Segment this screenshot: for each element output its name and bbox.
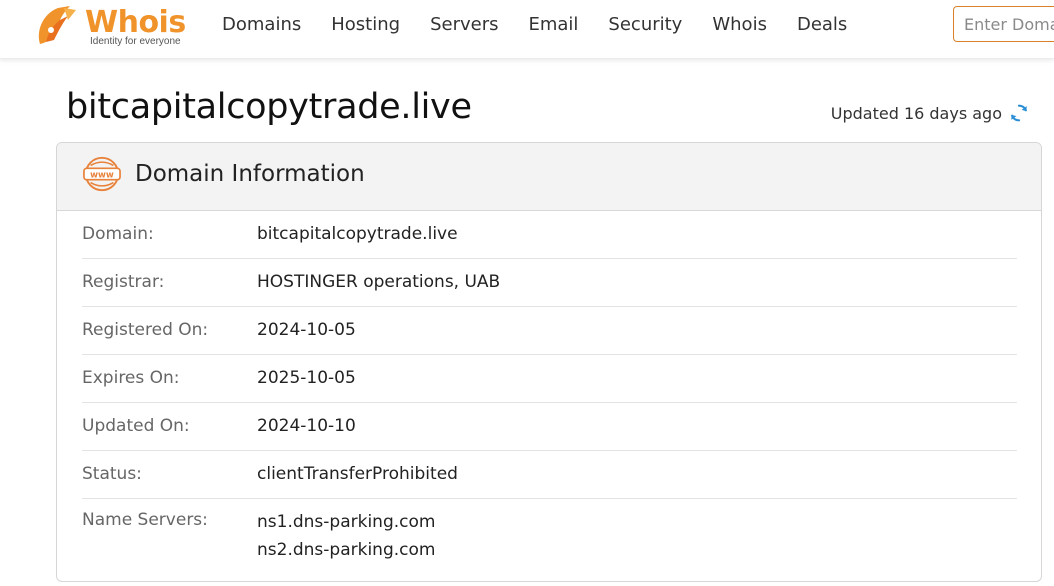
info-row-expires-on: Expires On: 2025-10-05: [82, 355, 1017, 403]
info-row-registered-on: Registered On: 2024-10-05: [82, 307, 1017, 355]
row-label: Registrar:: [82, 272, 165, 292]
info-row-updated-on: Updated On: 2024-10-10: [82, 403, 1017, 451]
row-value: HOSTINGER operations, UAB: [257, 272, 501, 292]
row-label: Registered On:: [82, 320, 209, 340]
domain-search-input[interactable]: [953, 6, 1054, 42]
main-nav: Domains Hosting Servers Email Security W…: [222, 11, 877, 39]
row-label: Updated On:: [82, 416, 190, 436]
top-navbar: Whois Identity for everyone Domains Host…: [0, 0, 1054, 59]
row-value: 2025-10-05: [257, 368, 356, 388]
refresh-icon[interactable]: [1008, 102, 1030, 124]
name-server-item: ns2.dns-parking.com: [257, 540, 436, 560]
nav-email[interactable]: Email: [528, 11, 578, 39]
whois-logo[interactable]: Whois Identity for everyone: [34, 4, 194, 48]
updated-status: Updated 16 days ago: [831, 102, 1030, 124]
info-row-registrar: Registrar: HOSTINGER operations, UAB: [82, 259, 1017, 307]
name-server-item: ns1.dns-parking.com: [257, 512, 436, 532]
row-label: Expires On:: [82, 368, 180, 388]
info-row-name-servers: Name Servers: ns1.dns-parking.com ns2.dn…: [82, 499, 1017, 579]
row-value: clientTransferProhibited: [257, 464, 458, 484]
nav-servers[interactable]: Servers: [430, 11, 498, 39]
row-value: 2024-10-05: [257, 320, 356, 340]
row-value: 2024-10-10: [257, 416, 356, 436]
row-label: Name Servers:: [82, 510, 208, 530]
nav-domains[interactable]: Domains: [222, 11, 301, 39]
row-label: Domain:: [82, 224, 154, 244]
card-title: Domain Information: [135, 161, 365, 187]
logo-tagline: Identity for everyone: [90, 36, 181, 47]
domain-info-table: Domain: bitcapitalcopytrade.live Registr…: [82, 211, 1017, 579]
nav-security[interactable]: Security: [608, 11, 682, 39]
svg-text:www: www: [90, 170, 114, 180]
updated-text: Updated 16 days ago: [830, 103, 1002, 123]
nav-hosting[interactable]: Hosting: [331, 11, 400, 39]
card-header: www Domain Information: [57, 143, 1041, 211]
nav-whois[interactable]: Whois: [712, 11, 767, 39]
domain-information-card: www Domain Information Domain: bitcapita…: [56, 142, 1042, 582]
www-icon: www: [83, 156, 121, 192]
name-server-list: ns1.dns-parking.com ns2.dns-parking.com: [257, 508, 435, 564]
row-value: bitcapitalcopytrade.live: [257, 224, 458, 244]
info-row-domain: Domain: bitcapitalcopytrade.live: [82, 211, 1017, 259]
nav-deals[interactable]: Deals: [797, 11, 847, 39]
info-row-status: Status: clientTransferProhibited: [82, 451, 1017, 499]
page-title: bitcapitalcopytrade.live: [66, 87, 472, 127]
row-label: Status:: [82, 464, 142, 484]
logo-mark-icon: [38, 6, 76, 44]
